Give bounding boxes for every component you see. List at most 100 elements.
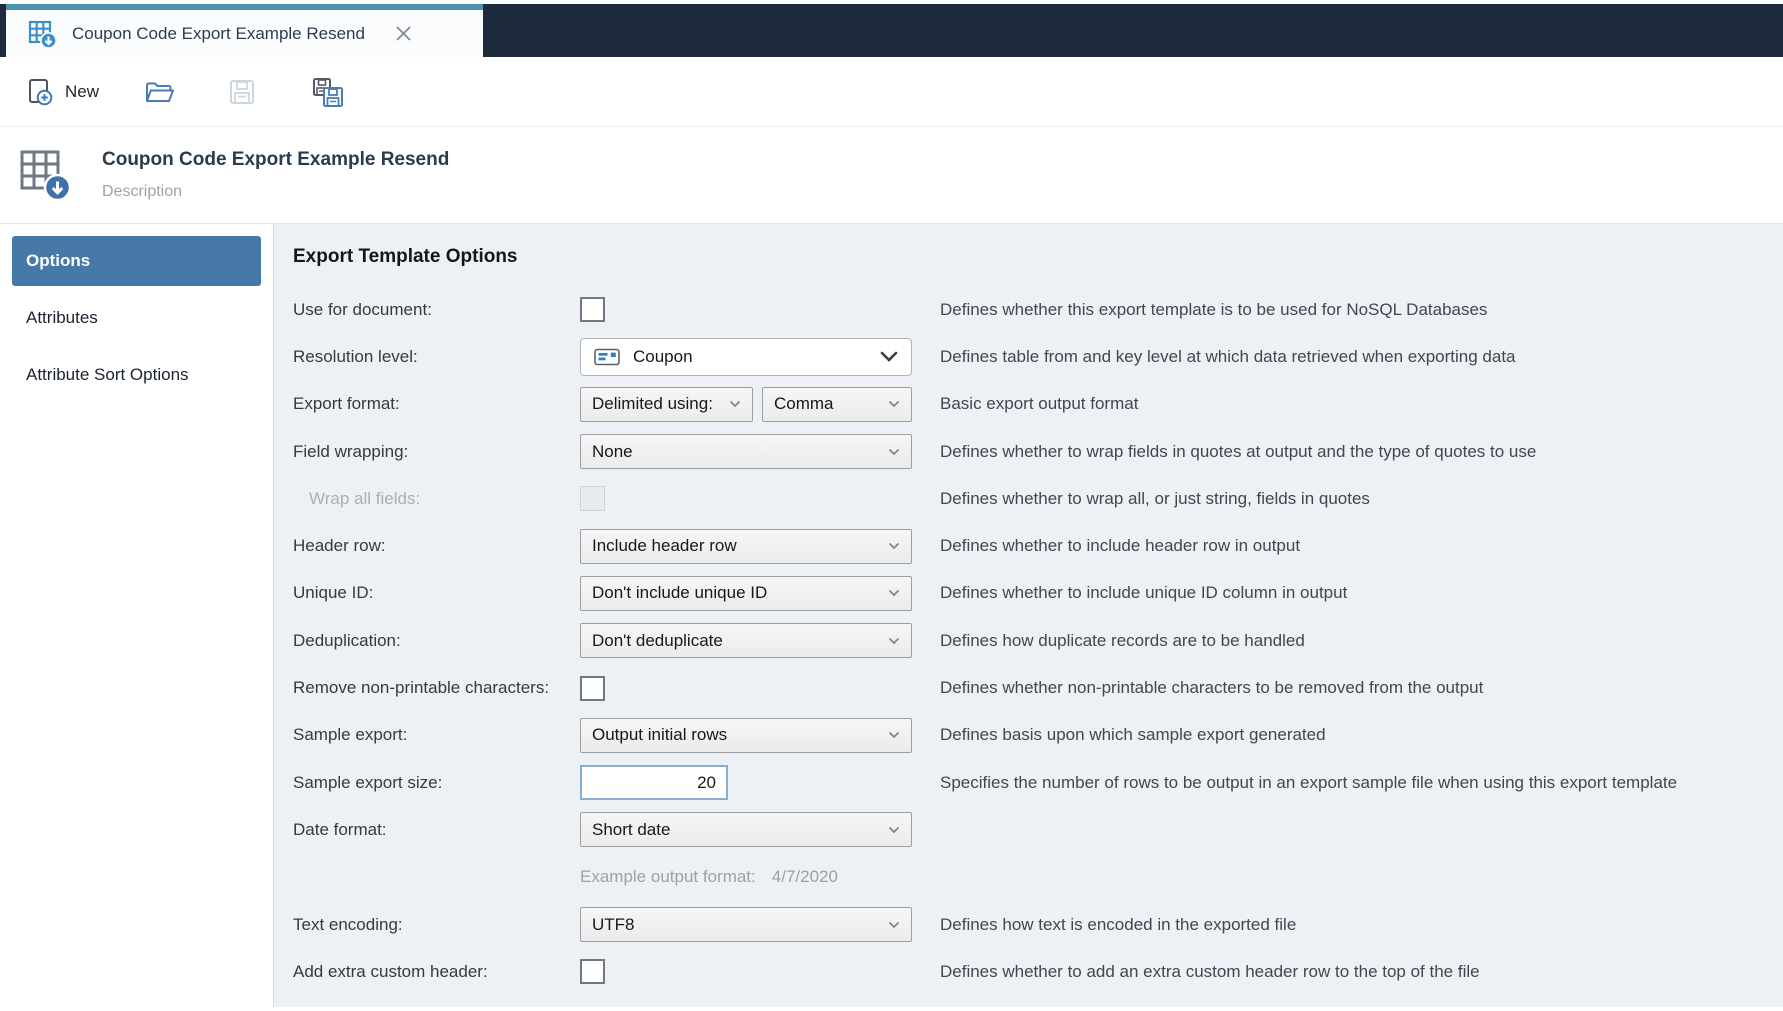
wrap-all-fields-checkbox [580, 486, 605, 512]
text-encoding-select[interactable]: UTF8 [580, 907, 912, 942]
header-row-select[interactable]: Include header row [580, 528, 912, 564]
sidebar-item-attributes[interactable]: Attributes [12, 293, 261, 343]
selected-value: Delimited using: [592, 394, 713, 414]
field-description: Defines whether to wrap fields in quotes… [940, 441, 1537, 461]
new-button[interactable]: New [25, 77, 99, 107]
form-row-field-wrapping: Field wrapping: None Defines whether to … [293, 428, 1783, 475]
selected-value: Comma [774, 394, 834, 414]
sample-export-select[interactable]: Output initial rows [580, 717, 912, 753]
example-output-format: Example output format: 4/7/2020 [580, 867, 912, 887]
form-row-sample-export: Sample export: Output initial rows Defin… [293, 712, 1783, 759]
field-label: Unique ID: [293, 583, 374, 603]
sample-export-size-input[interactable] [580, 765, 728, 801]
chevron-down-icon [888, 637, 900, 645]
export-format-delimiter-select[interactable]: Comma [762, 386, 912, 422]
page-title: Coupon Code Export Example Resend [102, 149, 450, 170]
selected-value: Include header row [592, 536, 737, 556]
selected-value: Short date [592, 819, 671, 839]
form-row-example-output: Example output format: 4/7/2020 [293, 854, 1783, 901]
field-label: Deduplication: [293, 630, 401, 650]
export-template-header-icon [18, 148, 72, 202]
field-label: Resolution level: [293, 346, 418, 366]
selected-value: Output initial rows [592, 725, 728, 745]
open-button[interactable] [143, 78, 175, 106]
save-icon [227, 77, 257, 107]
field-label: Export format: [293, 394, 400, 414]
chevron-down-icon [888, 921, 900, 929]
field-label: Field wrapping: [293, 441, 409, 461]
field-label: Sample export: [293, 725, 408, 745]
page-header: Coupon Code Export Example Resend Descri… [0, 127, 1783, 224]
form-row-wrap-all-fields: Wrap all fields: Defines whether to wrap… [293, 475, 1783, 522]
options-panel: Export Template Options Use for document… [274, 224, 1783, 1007]
tab-title: Coupon Code Export Example Resend [72, 23, 365, 43]
sidebar-item-options[interactable]: Options [12, 236, 261, 286]
chevron-down-icon [888, 400, 900, 408]
selected-value: None [592, 441, 633, 461]
section-title: Export Template Options [293, 246, 518, 267]
field-description: Defines basis upon which sample export g… [940, 725, 1326, 745]
resolution-level-select[interactable]: Coupon [580, 337, 912, 376]
form-row-export-format: Export format: Delimited using: Comma Ba… [293, 381, 1783, 428]
coupon-icon [594, 348, 620, 366]
field-description: Defines table from and key level at whic… [940, 346, 1516, 366]
field-label: Date format: [293, 819, 387, 839]
field-label: Wrap all fields: [309, 488, 421, 508]
form-row-deduplication: Deduplication: Don't deduplicate Defines… [293, 617, 1783, 664]
chevron-down-icon [888, 731, 900, 739]
field-description: Defines how text is encoded in the expor… [940, 914, 1297, 934]
form: Use for document: Defines whether this e… [293, 286, 1783, 995]
field-wrapping-select[interactable]: None [580, 434, 912, 470]
field-description: Defines whether non-printable characters… [940, 678, 1484, 698]
export-format-type-select[interactable]: Delimited using: [580, 386, 753, 422]
content: Options Attributes Attribute Sort Option… [0, 224, 1783, 1007]
chevron-down-icon [880, 351, 898, 363]
toolbar: New [0, 57, 1783, 127]
remove-non-printable-checkbox[interactable] [580, 675, 605, 701]
field-description: Defines whether to include unique ID col… [940, 583, 1348, 603]
form-row-sample-export-size: Sample export size: Specifies the number… [293, 759, 1783, 806]
unique-id-select[interactable]: Don't include unique ID [580, 575, 912, 611]
field-description: Defines whether this export template is … [940, 299, 1488, 319]
selected-value: Coupon [633, 346, 693, 366]
chevron-down-icon [888, 448, 900, 456]
example-output-label: Example output format: [580, 867, 756, 887]
sidebar-item-attribute-sort-options[interactable]: Attribute Sort Options [12, 350, 261, 400]
field-description: Defines whether to add an extra custom h… [940, 961, 1480, 981]
selected-value: Don't deduplicate [592, 630, 723, 650]
field-description: Defines whether to include header row in… [940, 536, 1301, 556]
date-format-select[interactable]: Short date [580, 812, 912, 848]
form-row-use-for-document: Use for document: Defines whether this e… [293, 286, 1783, 333]
field-label: Header row: [293, 536, 386, 556]
field-description: Defines whether to wrap all, or just str… [940, 488, 1370, 508]
field-label: Use for document: [293, 299, 432, 319]
field-label: Sample export size: [293, 772, 443, 792]
selected-value: UTF8 [592, 914, 635, 934]
form-row-text-encoding: Text encoding: UTF8 Defines how text is … [293, 901, 1783, 948]
field-label: Add extra custom header: [293, 961, 488, 981]
save-button[interactable] [227, 77, 257, 107]
close-icon[interactable] [395, 25, 412, 42]
selected-value: Don't include unique ID [592, 583, 768, 603]
field-description: Basic export output format [940, 394, 1139, 414]
use-for-document-checkbox[interactable] [580, 297, 605, 323]
new-button-label: New [65, 81, 100, 101]
chevron-down-icon [888, 542, 900, 550]
tab-coupon-code-export[interactable]: Coupon Code Export Example Resend [6, 4, 483, 57]
field-label: Text encoding: [293, 914, 403, 934]
save-as-icon [311, 76, 345, 108]
field-label: Remove non-printable characters: [293, 678, 550, 698]
deduplication-select[interactable]: Don't deduplicate [580, 623, 912, 659]
example-output-value: 4/7/2020 [771, 867, 838, 887]
form-row-date-format: Date format: Short date [293, 806, 1783, 853]
add-extra-custom-header-checkbox[interactable] [580, 959, 605, 985]
new-document-icon [25, 77, 55, 107]
field-description: Defines how duplicate records are to be … [940, 630, 1305, 650]
save-as-button[interactable] [311, 76, 345, 108]
sidebar: Options Attributes Attribute Sort Option… [0, 224, 274, 1007]
field-description: Specifies the number of rows to be outpu… [940, 772, 1678, 792]
chevron-down-icon [888, 589, 900, 597]
tab-bar: Coupon Code Export Example Resend [0, 0, 1783, 57]
description-field[interactable]: Description [102, 183, 449, 201]
form-row-resolution-level: Resolution level: Coupon Defines table f… [293, 333, 1783, 380]
